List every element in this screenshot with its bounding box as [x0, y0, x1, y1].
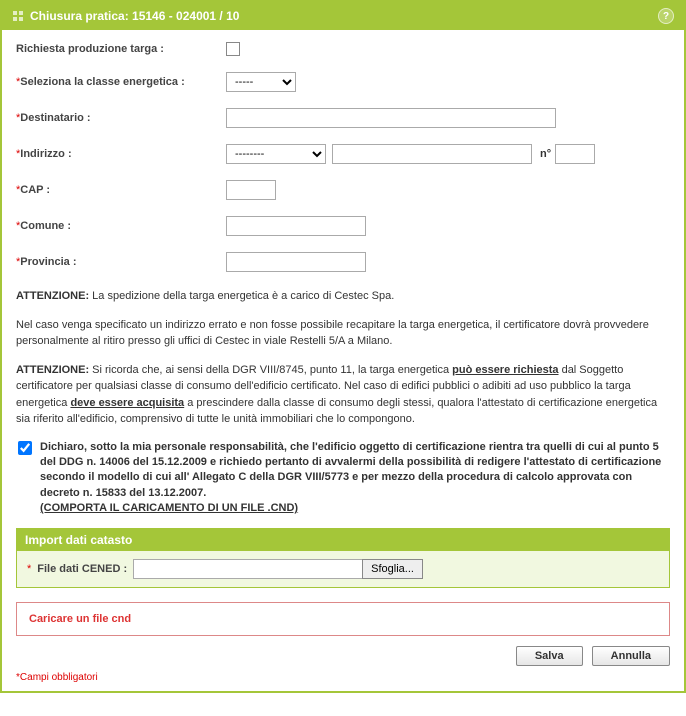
- row-provincia: *Provincia :: [16, 252, 670, 272]
- select-classe-energetica[interactable]: -----: [226, 72, 296, 92]
- checkbox-richiesta[interactable]: [226, 42, 240, 56]
- row-indirizzo: *Indirizzo : -------- n°: [16, 144, 670, 164]
- input-cap[interactable]: [226, 180, 276, 200]
- row-destinatario: *Destinatario :: [16, 108, 670, 128]
- error-message: Caricare un file cnd: [16, 602, 670, 636]
- label-indirizzo: Indirizzo :: [20, 148, 71, 160]
- import-body: *File dati CENED : Sfoglia...: [17, 551, 669, 587]
- save-button[interactable]: Salva: [516, 646, 583, 666]
- input-file-path[interactable]: [133, 559, 363, 579]
- input-indirizzo[interactable]: [332, 144, 532, 164]
- info-paragraph-3: ATTENZIONE: Si ricorda che, ai sensi del…: [16, 362, 670, 428]
- label-richiesta: Richiesta produzione targa :: [16, 43, 164, 55]
- app-icon: [12, 10, 24, 22]
- titlebar: Chiusura pratica: 15146 - 024001 / 10 ?: [2, 2, 684, 30]
- help-icon[interactable]: ?: [658, 8, 674, 24]
- label-provincia: Provincia :: [20, 256, 76, 268]
- declaration-text: Dichiaro, sotto la mia personale respons…: [40, 440, 668, 517]
- row-richiesta: Richiesta produzione targa :: [16, 42, 670, 56]
- label-classe: Seleziona la classe energetica :: [20, 76, 184, 88]
- attenzione-text-1: La spedizione della targa energetica è a…: [89, 290, 394, 302]
- input-numero[interactable]: [555, 144, 595, 164]
- browse-button[interactable]: Sfoglia...: [362, 559, 423, 579]
- cancel-button[interactable]: Annulla: [592, 646, 670, 666]
- label-cap: CAP :: [20, 184, 50, 196]
- info-paragraph-2: Nel caso venga specificato un indirizzo …: [16, 317, 670, 350]
- dialog-window: Chiusura pratica: 15146 - 024001 / 10 ? …: [0, 0, 686, 693]
- row-comune: *Comune :: [16, 216, 670, 236]
- dialog-content: Richiesta produzione targa : *Seleziona …: [2, 30, 684, 691]
- label-comune: Comune :: [20, 220, 71, 232]
- info-paragraph-1: ATTENZIONE: La spedizione della targa en…: [16, 288, 670, 305]
- input-destinatario[interactable]: [226, 108, 556, 128]
- import-header: Import dati catasto: [17, 529, 669, 551]
- attenzione-bold-1: ATTENZIONE:: [16, 290, 89, 302]
- button-row: Salva Annulla: [16, 646, 670, 666]
- label-destinatario: Destinatario :: [20, 112, 90, 124]
- declaration-row: Dichiaro, sotto la mia personale respons…: [18, 440, 668, 517]
- input-provincia[interactable]: [226, 252, 366, 272]
- attenzione-bold-2: ATTENZIONE:: [16, 364, 89, 376]
- input-comune[interactable]: [226, 216, 366, 236]
- row-cap: *CAP :: [16, 180, 670, 200]
- label-file-cened: File dati CENED :: [37, 563, 127, 575]
- dialog-title: Chiusura pratica: 15146 - 024001 / 10: [30, 9, 239, 23]
- checkbox-declaration[interactable]: [18, 441, 32, 455]
- footer-required-note: *Campi obbligatori: [16, 672, 670, 683]
- select-indirizzo-tipo[interactable]: --------: [226, 144, 326, 164]
- import-section: Import dati catasto *File dati CENED : S…: [16, 528, 670, 588]
- row-classe: *Seleziona la classe energetica : -----: [16, 72, 670, 92]
- label-numero: n°: [540, 148, 551, 160]
